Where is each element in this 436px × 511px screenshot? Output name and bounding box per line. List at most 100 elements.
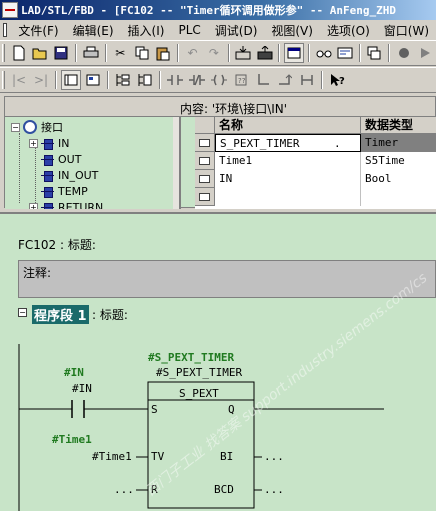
toolbar-grip[interactable] bbox=[2, 71, 5, 89]
menu-options[interactable]: 选项(O) bbox=[320, 22, 377, 39]
parameter-icon bbox=[41, 138, 54, 150]
cascade-windows-icon[interactable] bbox=[365, 43, 384, 63]
details-view-icon[interactable] bbox=[83, 70, 103, 90]
tree-item-in[interactable]: + IN bbox=[29, 135, 69, 151]
table-cell-name[interactable] bbox=[215, 188, 361, 206]
new-file-icon[interactable] bbox=[9, 43, 28, 63]
help-pointer-icon[interactable]: ? bbox=[327, 70, 347, 90]
copy-icon[interactable] bbox=[132, 43, 151, 63]
empty-box-icon[interactable]: ?? bbox=[231, 70, 251, 90]
tree-item-out[interactable]: OUT bbox=[41, 151, 81, 167]
close-branch-icon[interactable] bbox=[275, 70, 295, 90]
menu-file[interactable]: 文件(F) bbox=[11, 22, 65, 39]
table-corner bbox=[195, 117, 215, 134]
table-cell-name[interactable]: IN bbox=[215, 170, 361, 188]
tree-item-return[interactable]: + RETURN bbox=[29, 199, 103, 209]
modify-variables-icon[interactable] bbox=[335, 43, 354, 63]
undo-icon[interactable]: ↶ bbox=[183, 43, 202, 63]
code-editor[interactable]: FC102 : 标题: 注释: − 程序段 1 : 标题: #IN #IN #S… bbox=[0, 212, 436, 511]
parameter-icon bbox=[41, 186, 54, 198]
document-icon[interactable] bbox=[3, 23, 8, 37]
row-header[interactable] bbox=[195, 188, 215, 206]
tree-item-temp[interactable]: TEMP bbox=[41, 183, 88, 199]
menu-edit[interactable]: 编辑(E) bbox=[66, 22, 121, 39]
timer-address[interactable]: #S_PEXT_TIMER bbox=[156, 366, 242, 379]
paste-icon[interactable] bbox=[153, 43, 172, 63]
toolbar-grip[interactable] bbox=[2, 44, 5, 62]
toolbar-separator bbox=[388, 44, 391, 62]
tree-item-label: RETURN bbox=[58, 200, 104, 210]
coil-icon[interactable] bbox=[209, 70, 229, 90]
menu-view[interactable]: 视图(V) bbox=[264, 22, 320, 39]
column-header-type[interactable]: 数据类型 bbox=[361, 117, 436, 134]
content-path-label: 内容: '环境\接口\IN' bbox=[180, 102, 288, 116]
menu-insert[interactable]: 插入(I) bbox=[121, 22, 172, 39]
open-folder-icon[interactable] bbox=[30, 43, 49, 63]
tree-item-in-out[interactable]: IN_OUT bbox=[41, 167, 98, 183]
row-icon bbox=[199, 138, 210, 147]
tree-scrollbar[interactable] bbox=[173, 117, 179, 209]
contact-address[interactable]: #IN bbox=[72, 382, 92, 395]
row-icon bbox=[199, 192, 210, 201]
print-icon[interactable] bbox=[81, 43, 100, 63]
menu-window[interactable]: 窗口(W) bbox=[377, 22, 436, 39]
column-header-name[interactable]: 名称 bbox=[215, 117, 361, 134]
bi-parameter[interactable]: ... bbox=[264, 450, 284, 463]
title-bar: LAD/STL/FBD - [FC102 -- "Timer循环调用做形参" -… bbox=[0, 0, 436, 20]
toolbar-separator bbox=[75, 44, 78, 62]
collapse-icon[interactable]: − bbox=[11, 122, 20, 132]
timer-box bbox=[147, 381, 255, 509]
menu-bar: 文件(F) 编辑(E) 插入(I) PLC 调试(D) 视图(V) 选项(O) … bbox=[0, 20, 436, 40]
program-elements-icon[interactable] bbox=[61, 70, 81, 90]
download-to-plc-icon[interactable] bbox=[234, 43, 253, 63]
ladder-app-icon[interactable] bbox=[2, 2, 18, 18]
tv-address[interactable]: #Time1 bbox=[92, 450, 132, 463]
interface-panel: 内容: '环境\接口\IN' − 接口 + IN OUT IN_OUT TEMP… bbox=[4, 96, 436, 209]
connection-icon[interactable] bbox=[297, 70, 317, 90]
table-cell-type[interactable]: S5Time bbox=[361, 152, 436, 170]
bcd-parameter[interactable]: ... bbox=[264, 483, 284, 496]
monitor-glasses-icon[interactable] bbox=[314, 43, 333, 63]
overview-icon[interactable] bbox=[284, 43, 304, 63]
variable-table: 名称 数据类型 S_PEXT_TIMER . Timer Time1 S5Tim… bbox=[195, 117, 436, 209]
row-header[interactable] bbox=[195, 134, 215, 152]
pin-r: R bbox=[151, 483, 158, 496]
table-cell-name[interactable]: S_PEXT_TIMER . bbox=[215, 134, 361, 152]
network-comment-icon[interactable] bbox=[135, 70, 155, 90]
menu-plc[interactable]: PLC bbox=[171, 23, 207, 37]
table-cell-type[interactable]: Bool bbox=[361, 170, 436, 188]
run-icon[interactable] bbox=[416, 43, 435, 63]
open-branch-icon[interactable] bbox=[253, 70, 273, 90]
cut-icon[interactable]: ✂ bbox=[111, 43, 130, 63]
tree-item-label: IN_OUT bbox=[58, 168, 99, 182]
row-header[interactable] bbox=[195, 152, 215, 170]
normally-open-contact-icon[interactable] bbox=[165, 70, 185, 90]
menu-debug[interactable]: 调试(D) bbox=[208, 22, 265, 39]
toolbar-separator bbox=[358, 44, 361, 62]
upload-from-plc-icon[interactable] bbox=[255, 43, 274, 63]
parameter-icon bbox=[41, 202, 54, 209]
normally-closed-contact-icon[interactable] bbox=[187, 70, 207, 90]
window-title: LAD/STL/FBD - [FC102 -- "Timer循环调用做形参" -… bbox=[21, 4, 397, 17]
toolbar-separator bbox=[104, 44, 107, 62]
toolbar-separator bbox=[321, 71, 323, 89]
toolbar-separator bbox=[176, 44, 179, 62]
stop-icon[interactable] bbox=[394, 43, 413, 63]
insert-network-icon[interactable] bbox=[113, 70, 133, 90]
contact-symbol: #IN bbox=[64, 366, 84, 379]
redo-icon[interactable]: ↷ bbox=[204, 43, 223, 63]
toolbar-separator bbox=[278, 44, 281, 62]
tree-item-label: IN bbox=[58, 136, 70, 150]
tree-line bbox=[35, 143, 36, 205]
row-header[interactable] bbox=[195, 170, 215, 188]
next-network-icon[interactable]: >| bbox=[31, 70, 51, 90]
r-parameter[interactable]: ... bbox=[114, 483, 134, 496]
table-cell-type[interactable] bbox=[361, 188, 436, 206]
table-cell-type[interactable]: Timer bbox=[361, 134, 436, 152]
tree-item-interface[interactable]: − 接口 bbox=[11, 119, 63, 135]
expand-icon[interactable]: + bbox=[29, 138, 38, 148]
table-cell-name[interactable]: Time1 bbox=[215, 152, 361, 170]
previous-network-icon[interactable]: |< bbox=[9, 70, 29, 90]
expand-icon[interactable]: + bbox=[29, 202, 38, 209]
save-icon[interactable] bbox=[52, 43, 71, 63]
